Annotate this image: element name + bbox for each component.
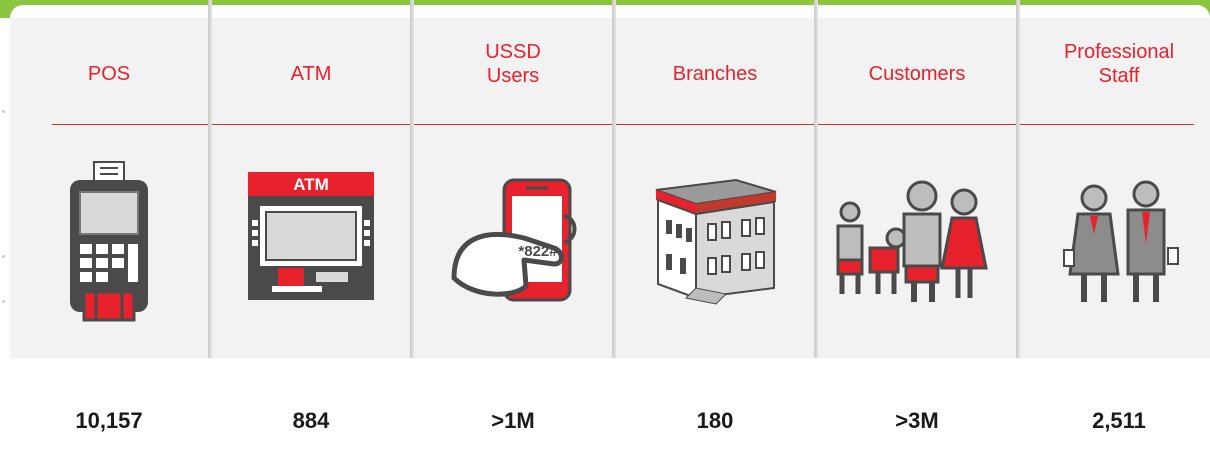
stat-column-professional-staff: Professional Staff: [1020, 18, 1210, 358]
branch-building-icon: [616, 158, 814, 328]
stat-column-customers: Customers: [818, 18, 1016, 358]
atm-icon-label: ATM: [293, 175, 329, 194]
stat-value-branches: 180: [696, 408, 734, 433]
stat-label-pos: POS: [10, 62, 208, 86]
customers-family-icon: [818, 158, 1016, 328]
stat-label-line: Professional: [1063, 41, 1175, 63]
stat-label-line: Branches: [672, 63, 758, 85]
stat-label-professional-staff: Professional Staff: [1020, 40, 1210, 88]
atm-icon: ATM: [212, 158, 410, 328]
ussd-phone-icon: *822#: [414, 158, 612, 328]
header-divider-line: [52, 124, 1194, 125]
stat-label-branches: Branches: [616, 62, 814, 86]
stat-label-line: ATM: [290, 63, 332, 85]
stat-column-ussd-users: USSD Users *822#: [414, 18, 612, 358]
stat-label-atm: ATM: [212, 62, 410, 86]
stat-label-line: Users: [486, 65, 540, 87]
stat-label-line: Staff: [1098, 65, 1140, 87]
ussd-code-text: *822#: [518, 243, 558, 260]
stat-column-atm: ATM ATM: [212, 18, 410, 358]
top-accent-bar-inner: [10, 5, 1210, 18]
edge-dot: [2, 255, 5, 258]
stat-value-pos: 10,157: [75, 408, 143, 433]
stat-column-pos: POS: [10, 18, 208, 358]
values-row: 10,157 884 >1M 180 >3M 2,511: [10, 358, 1210, 450]
stat-label-customers: Customers: [818, 62, 1016, 86]
stat-label-line: POS: [87, 63, 131, 85]
stat-value-atm: 884: [292, 408, 330, 433]
stat-value-ussd-users: >1M: [491, 408, 535, 433]
professional-staff-icon: [1020, 158, 1210, 328]
pos-terminal-icon: [10, 158, 208, 328]
stat-value-professional-staff: 2,511: [1092, 408, 1146, 433]
edge-dot: [2, 300, 5, 303]
stat-label-ussd-users: USSD Users: [414, 40, 612, 88]
stat-label-line: USSD: [485, 41, 541, 63]
edge-dot: [2, 110, 5, 113]
stat-value-customers: >3M: [895, 408, 939, 433]
stat-column-branches: Branches: [616, 18, 814, 358]
stats-panel: POS ATM ATM USSD Users *822# Branches Cu…: [10, 18, 1210, 358]
stat-label-line: Customers: [868, 63, 966, 85]
